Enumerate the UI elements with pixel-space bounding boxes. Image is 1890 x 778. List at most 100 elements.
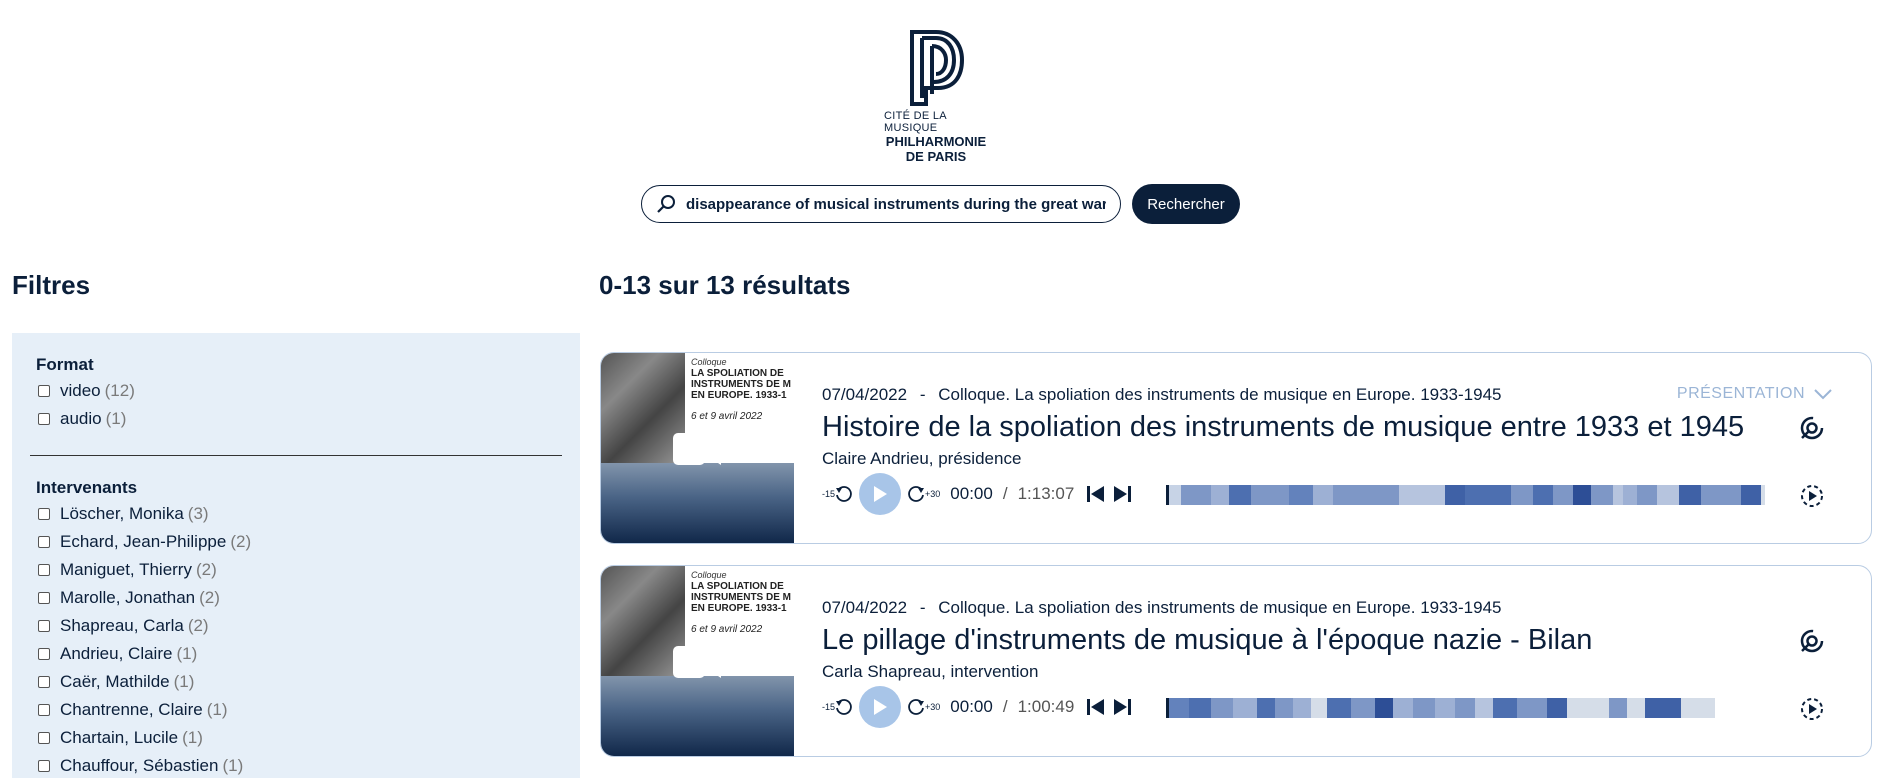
- result-title[interactable]: Le pillage d'instruments de musique à l'…: [822, 624, 1592, 657]
- next-track-button[interactable]: [1112, 484, 1132, 504]
- filter-count: (3): [187, 504, 209, 523]
- previous-icon: [1087, 699, 1105, 715]
- previous-track-button[interactable]: [1086, 697, 1106, 717]
- checkbox[interactable]: [38, 704, 50, 716]
- filter-intervenant[interactable]: Löscher, Monika (3): [38, 504, 209, 524]
- time-separator: /: [1002, 697, 1008, 716]
- total-time: 1:13:07: [1017, 484, 1075, 503]
- current-time: 00:00: [950, 484, 993, 503]
- filter-count: (2): [195, 560, 217, 579]
- filter-intervenant[interactable]: Caër, Mathilde (1): [38, 672, 194, 692]
- audio-player: -15 +30 00:00 / 1:13:07: [822, 473, 1132, 515]
- next-track-button[interactable]: [1112, 697, 1132, 717]
- previous-icon: [1087, 486, 1105, 502]
- video-thumbnail[interactable]: Colloque LA SPOLIATION DE INSTRUMENTS DE…: [601, 353, 794, 543]
- forward-icon: [908, 486, 925, 502]
- meta-separator: -: [919, 385, 926, 404]
- waveform-timeline[interactable]: [1166, 698, 1779, 718]
- checkbox[interactable]: [38, 648, 50, 660]
- poster-text: Colloque: [691, 570, 727, 580]
- forward-icon: [908, 699, 925, 715]
- checkbox[interactable]: [38, 385, 50, 397]
- filter-count: (12): [104, 381, 135, 400]
- share-icon[interactable]: [1799, 628, 1825, 654]
- philharmonie-logo-icon: [910, 30, 965, 106]
- skip-fwd-label: +30: [925, 489, 941, 499]
- filter-label: Shapreau, Carla: [60, 616, 184, 635]
- filter-intervenant[interactable]: Chartain, Lucile (1): [38, 728, 203, 748]
- video-camera-icon: [673, 646, 721, 678]
- video-camera-icon: [673, 433, 721, 465]
- search-field[interactable]: [641, 185, 1121, 223]
- filter-intervenant[interactable]: Shapreau, Carla (2): [38, 616, 209, 636]
- filter-count: (1): [182, 728, 203, 747]
- logo-title-line2: DE PARIS: [905, 149, 967, 164]
- search-input[interactable]: [684, 194, 1108, 214]
- filter-format-audio[interactable]: audio (1): [38, 409, 126, 429]
- filter-intervenant[interactable]: Echard, Jean-Philippe (2): [38, 532, 251, 552]
- filter-count: (1): [105, 409, 127, 428]
- result-card[interactable]: Colloque LA SPOLIATION DE INSTRUMENTS DE…: [600, 565, 1872, 757]
- logo-subtitle: CITÉ DE LA MUSIQUE: [884, 110, 947, 134]
- time-separator: /: [1002, 484, 1008, 503]
- presentation-toggle[interactable]: PRÉSENTATION: [1677, 385, 1833, 403]
- filter-count: (2): [230, 532, 252, 551]
- checkbox[interactable]: [38, 508, 50, 520]
- current-time: 00:00: [950, 697, 993, 716]
- filter-label: video: [60, 381, 101, 400]
- result-speaker: Carla Shapreau, intervention: [822, 662, 1039, 681]
- result-event[interactable]: Colloque. La spoliation des instruments …: [938, 385, 1501, 404]
- checkbox[interactable]: [38, 536, 50, 548]
- filter-format-video[interactable]: video (12): [38, 381, 135, 401]
- poster-text: 6 et 9 avril 2022: [691, 624, 763, 635]
- checkbox[interactable]: [38, 564, 50, 576]
- filter-group-format-title: Format: [36, 355, 94, 374]
- checkbox[interactable]: [38, 760, 50, 772]
- filters-heading: Filtres: [12, 270, 91, 300]
- checkbox[interactable]: [38, 592, 50, 604]
- filter-label: audio: [60, 409, 102, 428]
- search-button[interactable]: Rechercher: [1132, 184, 1240, 224]
- rewind-15-button[interactable]: -15: [822, 698, 853, 716]
- filter-intervenant[interactable]: Maniguet, Thierry (2): [38, 560, 217, 580]
- presentation-label: PRÉSENTATION: [1676, 385, 1805, 402]
- poster-text: LA SPOLIATION DE: [691, 368, 784, 379]
- share-icon[interactable]: [1799, 415, 1825, 441]
- play-button[interactable]: [859, 473, 902, 515]
- search-bar: Rechercher: [641, 184, 1240, 224]
- checkbox[interactable]: [38, 620, 50, 632]
- result-speaker: Claire Andrieu, présidence: [822, 449, 1022, 468]
- rewind-15-button[interactable]: -15: [822, 485, 853, 503]
- video-thumbnail[interactable]: Colloque LA SPOLIATION DE INSTRUMENTS DE…: [601, 566, 794, 756]
- previous-track-button[interactable]: [1086, 484, 1106, 504]
- result-title[interactable]: Histoire de la spoliation des instrument…: [822, 411, 1744, 444]
- poster-text: INSTRUMENTS DE M: [691, 592, 791, 603]
- filter-intervenant[interactable]: Andrieu, Claire (1): [38, 644, 197, 664]
- forward-30-button[interactable]: +30: [907, 698, 940, 716]
- forward-30-button[interactable]: +30: [907, 485, 940, 503]
- checkbox[interactable]: [38, 732, 50, 744]
- play-icon: [874, 699, 888, 715]
- filter-label: Andrieu, Claire: [60, 644, 173, 663]
- filter-intervenant[interactable]: Chauffour, Sébastien (1): [38, 756, 243, 776]
- play-next-icon[interactable]: [1799, 483, 1825, 509]
- waveform-timeline[interactable]: [1166, 485, 1779, 505]
- filter-intervenant[interactable]: Marolle, Jonathan (2): [38, 588, 220, 608]
- checkbox[interactable]: [38, 676, 50, 688]
- play-next-icon[interactable]: [1799, 696, 1825, 722]
- result-card[interactable]: Colloque LA SPOLIATION DE INSTRUMENTS DE…: [600, 352, 1872, 544]
- play-button[interactable]: [859, 686, 902, 728]
- filter-count: (1): [176, 644, 198, 663]
- result-event[interactable]: Colloque. La spoliation des instruments …: [938, 598, 1501, 617]
- result-date: 07/04/2022: [822, 598, 908, 617]
- filter-intervenant[interactable]: Chantrenne, Claire (1): [38, 700, 227, 720]
- filter-count: (1): [173, 672, 195, 691]
- chevron-down-icon: [1814, 389, 1832, 400]
- filter-label: Löscher, Monika: [60, 504, 184, 523]
- site-logo[interactable]: CITÉ DE LA MUSIQUE PHILHARMONIE DE PARIS: [884, 28, 988, 164]
- filter-count: (2): [187, 616, 209, 635]
- rewind-icon: [836, 486, 852, 502]
- next-icon: [1114, 486, 1132, 502]
- results-count-heading: 0-13 sur 13 résultats: [599, 270, 851, 300]
- checkbox[interactable]: [38, 413, 50, 425]
